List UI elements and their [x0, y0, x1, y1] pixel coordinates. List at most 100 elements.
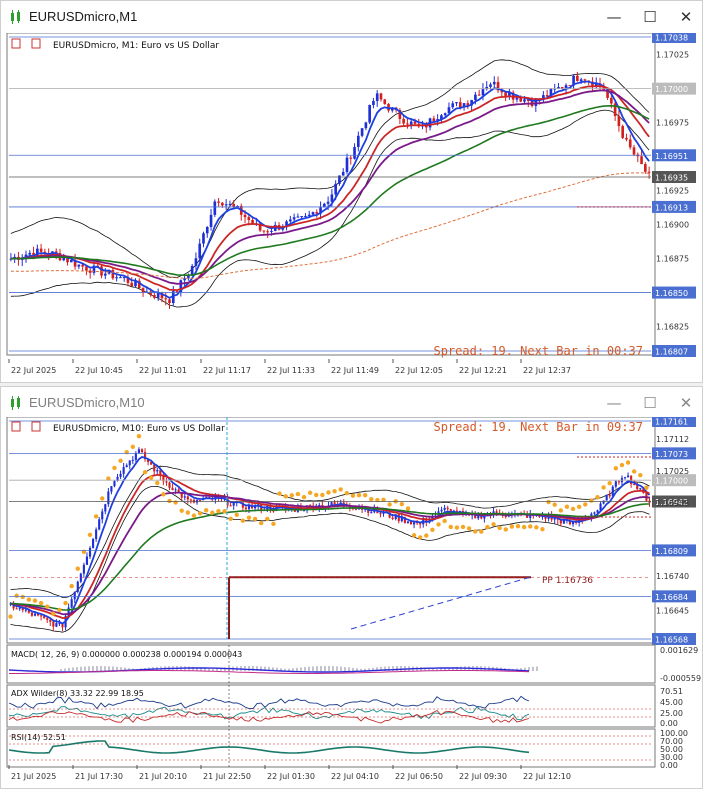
candle-body — [375, 93, 379, 102]
candle-body — [229, 505, 232, 507]
candle-body — [186, 496, 189, 500]
candle-body — [131, 459, 134, 461]
price-tick-label: 1.17112 — [656, 435, 689, 444]
sar-dot — [252, 516, 258, 522]
price-label-box[interactable]: 1.17161 — [652, 417, 696, 427]
sar-dot — [136, 433, 142, 439]
sar-dot — [631, 469, 637, 474]
candle-body — [515, 97, 519, 100]
plot-area — [6, 417, 656, 644]
price-label-box[interactable]: 1.16684 — [652, 590, 696, 603]
price-tick-label: 1.17025 — [656, 467, 689, 476]
maximize-button[interactable]: ☐ — [635, 391, 665, 415]
window-titlebar[interactable]: EURUSDmicro,M1 — ☐ ✕ — [1, 1, 702, 33]
price-label-box[interactable]: 1.16850 — [652, 286, 696, 299]
candle-body — [560, 87, 564, 89]
rsi-label: RSI(14) 52.51 — [11, 733, 66, 742]
sar-dot — [51, 611, 56, 616]
macd-tick: 0.001629 — [660, 646, 698, 655]
sar-dot — [509, 524, 515, 529]
price-tick-label: 1.16740 — [656, 572, 689, 581]
price-label-box[interactable]: 1.17000 — [652, 82, 696, 95]
sar-dot — [430, 527, 435, 533]
candle — [76, 580, 79, 594]
candle-body — [73, 591, 76, 600]
price-chart-m10[interactable]: 1.171611.170731.170001.169421.168091.166… — [1, 417, 702, 788]
candle-body — [183, 278, 186, 281]
sar-dot — [210, 510, 215, 515]
sar-dot — [473, 529, 478, 534]
close-button[interactable]: ✕ — [671, 5, 701, 29]
price-chart-m1[interactable]: 1.17038 1.17000 1.16951 1.16935 1.16913 1.168… — [1, 33, 702, 382]
candle-body — [458, 102, 462, 108]
chart-window-m10[interactable]: EURUSDmicro,M10 — ☐ ✕ 1.17161 1.17073 1.17… — [0, 386, 703, 789]
candle-body — [28, 252, 32, 255]
chart-header-text: EURUSDmicro, M1: Euro vs US Dollar — [53, 41, 219, 51]
price-label-box[interactable]: 1.16568 — [652, 633, 696, 645]
candle-body — [481, 89, 485, 96]
time-label: 21 Jul 2025 — [11, 772, 56, 781]
chart-window-m1[interactable]: EURUSDmicro,M1 — ☐ ✕ 1.17038 1.17000 1.169… — [0, 0, 703, 383]
time-label: 22 Jul 06:50 — [395, 772, 443, 781]
candle-body — [82, 564, 85, 574]
sar-dot — [307, 490, 313, 495]
candle-body — [177, 489, 180, 492]
minimize-button[interactable]: — — [599, 391, 629, 415]
candle-body — [345, 157, 349, 173]
candle-body — [576, 75, 579, 82]
sar-dot — [271, 521, 276, 527]
close-button[interactable]: ✕ — [671, 391, 701, 415]
sar-dot — [87, 532, 93, 538]
candle-body — [443, 507, 446, 510]
sar-dot — [283, 494, 288, 499]
candle-body — [360, 128, 364, 136]
sar-dot — [528, 524, 533, 529]
candle-body — [140, 449, 144, 453]
sar-dot — [295, 491, 301, 497]
candle-body — [406, 521, 410, 523]
candle — [213, 199, 217, 217]
candle-body — [134, 452, 137, 460]
window-titlebar[interactable]: EURUSDmicro,M10 — ☐ ✕ — [1, 387, 702, 419]
candle-body — [122, 277, 126, 279]
candle-body — [270, 230, 273, 232]
candle-body — [164, 298, 168, 300]
candle-body — [168, 299, 171, 304]
candle-body — [39, 248, 43, 252]
price-tick-label: 1.16925 — [656, 187, 689, 196]
candle-body — [602, 500, 605, 504]
sar-dot — [411, 533, 417, 538]
price-box-text: 1.16809 — [655, 547, 688, 556]
price-label-box[interactable]: 1.17038 — [652, 33, 696, 43]
candle-body — [296, 216, 300, 218]
time-label: 22 Jul 11:49 — [331, 366, 379, 375]
minimize-button[interactable]: — — [599, 5, 629, 29]
candle-body — [409, 121, 413, 125]
price-label-box[interactable]: 1.16913 — [652, 200, 696, 213]
candle-body — [370, 512, 373, 514]
price-box-text: 1.17161 — [655, 418, 688, 427]
price-box-text: 1.16807 — [655, 348, 688, 357]
macd-tick: -0.000559 — [660, 674, 701, 683]
plot-area — [6, 33, 656, 356]
candle-body — [610, 97, 613, 104]
sar-dot — [216, 508, 221, 514]
sar-dot — [479, 529, 484, 534]
candle-body — [156, 469, 159, 472]
price-label-box[interactable]: 1.16809 — [652, 544, 696, 557]
candle-body — [379, 93, 383, 100]
price-label-box[interactable]: 1.16951 — [652, 149, 696, 162]
sar-dot — [607, 481, 612, 486]
sar-dot — [20, 594, 25, 600]
price-label-box[interactable]: 1.16935 — [652, 171, 696, 184]
candle-body — [107, 491, 110, 505]
sar-dot — [191, 513, 197, 518]
maximize-button[interactable]: ☐ — [635, 5, 665, 29]
price-label-box[interactable]: 1.16807 — [652, 345, 696, 357]
candle-body — [333, 502, 336, 505]
price-label-box[interactable]: 1.17073 — [652, 447, 696, 460]
candle-body — [171, 487, 174, 491]
candle-body — [644, 164, 647, 172]
candle-body — [647, 171, 651, 173]
candle — [621, 124, 624, 140]
